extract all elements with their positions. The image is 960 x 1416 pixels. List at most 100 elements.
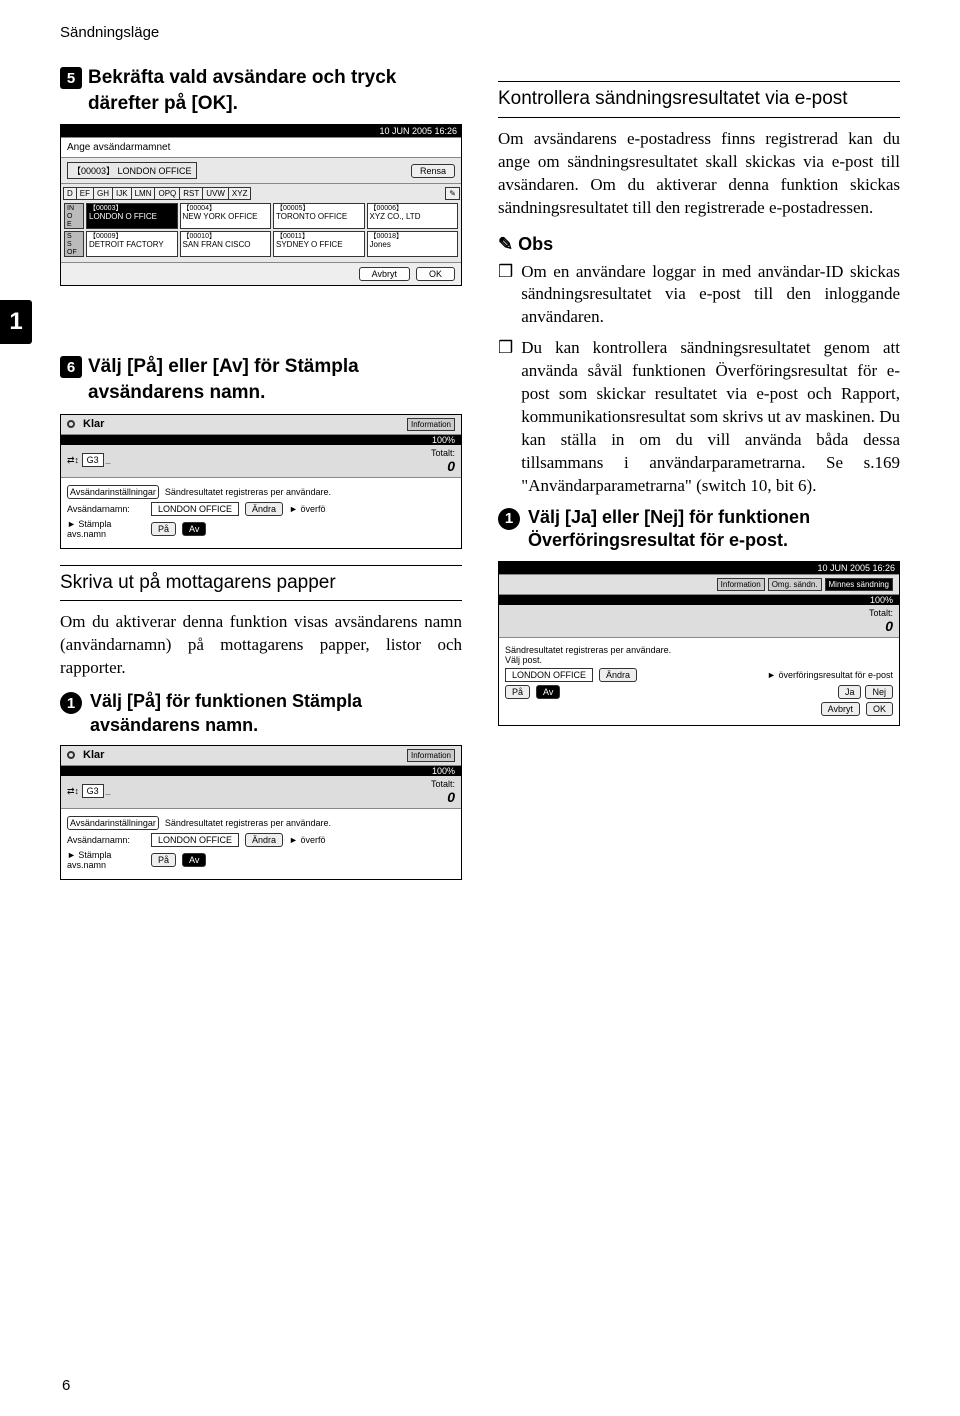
- clear-button[interactable]: Rensa: [411, 164, 455, 178]
- right-column: Kontrollera sändningsresultatet via e-po…: [498, 65, 900, 894]
- step-6: 6 Välj [På] eller [Av] för Stämpla avsän…: [60, 354, 462, 405]
- mode-icons: ⇄↕: [67, 786, 79, 796]
- ok-button[interactable]: OK: [866, 702, 893, 716]
- stamp-on-button[interactable]: På: [151, 522, 176, 536]
- status-ready: Klar: [83, 418, 104, 430]
- directory-cell-jones[interactable]: 【00018】Jones: [367, 231, 459, 257]
- directory-ok-button[interactable]: OK: [416, 267, 455, 281]
- note-1: ❒ Om en användare loggar in med användar…: [498, 261, 900, 330]
- directory-alpha-tabs[interactable]: D EF GH IJK LMN OPQ RST UVW XYZ ✎: [61, 184, 461, 200]
- directory-cell-toronto[interactable]: 【00005】TORONTO OFFICE: [273, 203, 365, 229]
- left-column: 5 Bekräfta vald avsändare och tryck däre…: [60, 65, 462, 894]
- step-6-text-mid: eller: [163, 356, 213, 377]
- sender-name-value: LONDON OFFICE: [505, 668, 593, 682]
- tab-d[interactable]: D: [63, 187, 77, 200]
- rsubstep-1-key2: [Nej]: [644, 507, 684, 527]
- right-substep-1: 1 Välj [Ja] eller [Nej] för funktionen Ö…: [498, 506, 900, 553]
- sender-settings-button[interactable]: Avsändarinställningar: [67, 816, 159, 830]
- tab-ef[interactable]: EF: [76, 187, 94, 200]
- tab-gh[interactable]: GH: [93, 187, 113, 200]
- running-header: Sändningsläge: [60, 24, 900, 41]
- directory-cell-newyork[interactable]: 【00004】NEW YORK OFFICE: [180, 203, 272, 229]
- cancel-button[interactable]: Avbryt: [821, 702, 860, 716]
- row-prefix: SS OF: [64, 231, 84, 257]
- change-button[interactable]: Ändra: [245, 833, 283, 847]
- information-badge[interactable]: Information: [407, 749, 455, 762]
- step-6-text-a: Välj: [88, 356, 127, 377]
- email-result-label: överföringsresultat för e-post: [767, 670, 893, 680]
- step-number-5-icon: 5: [60, 67, 82, 89]
- overflow-hint: överfö: [289, 504, 325, 514]
- bullet-icon: ❒: [498, 337, 513, 498]
- tab-xyz[interactable]: XYZ: [228, 187, 252, 200]
- note-heading: Obs: [498, 234, 900, 255]
- g3-button[interactable]: G3: [82, 453, 104, 467]
- screenshot-timecode: 10 JUN 2005 16:26: [499, 562, 899, 575]
- tab-ijk[interactable]: IJK: [112, 187, 132, 200]
- directory-prompt: Ange avsändarmamnet: [67, 142, 170, 153]
- total-label: Totalt:: [431, 448, 455, 458]
- stamp-on-button[interactable]: På: [151, 853, 176, 867]
- tab-uvw[interactable]: UVW: [202, 187, 229, 200]
- badge-information[interactable]: Information: [717, 578, 765, 591]
- substep-1-icon: 1: [60, 692, 82, 714]
- rsubstep-1-mid: eller: [597, 507, 644, 527]
- tab-opq[interactable]: OPQ: [154, 187, 180, 200]
- no-button[interactable]: Nej: [865, 685, 893, 699]
- rsubstep-1-a: Välj: [528, 507, 565, 527]
- step-5-text-b: .: [233, 93, 238, 114]
- directory-cell-detroit[interactable]: 【00009】DETROIT FACTORY: [86, 231, 178, 257]
- change-button[interactable]: Ändra: [599, 668, 637, 682]
- total-value: 0: [869, 618, 893, 634]
- directory-cell-xyzco[interactable]: 【00006】XYZ CO., LTD: [367, 203, 459, 229]
- total-label: Totalt:: [431, 779, 455, 789]
- percent-bar: 100%: [61, 435, 461, 445]
- note-2-text: Du kan kontrollera sändningsresultatet g…: [521, 337, 900, 498]
- page-number: 6: [62, 1377, 70, 1394]
- change-button[interactable]: Ändra: [245, 502, 283, 516]
- information-badge[interactable]: Information: [407, 418, 455, 431]
- sender-settings-button[interactable]: Avsändarinställningar: [67, 485, 159, 499]
- row-prefix: IN OE: [64, 203, 84, 229]
- left-substep-1: 1 Välj [På] för funktionen Stämpla avsän…: [60, 690, 462, 737]
- stamp-sender-label: Stämpla avs.namn: [67, 850, 145, 870]
- substep-1-icon: 1: [498, 508, 520, 530]
- subhead-check-via-email: Kontrollera sändningsresultatet via e-po…: [498, 81, 900, 118]
- yes-button[interactable]: Ja: [838, 685, 862, 699]
- per-user-msg: Sändresultatet registreras per användare…: [505, 645, 671, 655]
- directory-cell-sanfran[interactable]: 【00010】SAN FRAN CISCO: [180, 231, 272, 257]
- note-1-text: Om en användare loggar in med användar-I…: [521, 261, 900, 330]
- on-button[interactable]: På: [505, 685, 530, 699]
- substep-1-key: [På]: [127, 691, 161, 711]
- status-ready: Klar: [83, 749, 104, 761]
- step-6-key2: [Av]: [213, 356, 249, 377]
- step-6-key1: [På]: [127, 356, 163, 377]
- directory-cell-sydney[interactable]: 【00011】SYDNEY O FFICE: [273, 231, 365, 257]
- section-tab-1: 1: [0, 300, 32, 344]
- sender-name-value: LONDON OFFICE: [151, 502, 239, 516]
- screenshot-settings-email: 10 JUN 2005 16:26 Information Omg. sändn…: [498, 561, 900, 726]
- total-value: 0: [431, 458, 455, 474]
- right-para: Om avsändarens e-postadress finns regist…: [498, 128, 900, 220]
- directory-selected-display: 【00003】 LONDON OFFICE: [67, 162, 197, 179]
- badge-memory-send[interactable]: Minnes sändning: [825, 578, 893, 591]
- directory-cancel-button[interactable]: Avbryt: [359, 267, 410, 281]
- g3-button[interactable]: G3: [82, 784, 104, 798]
- tab-lmn[interactable]: LMN: [131, 187, 156, 200]
- stamp-off-button[interactable]: Av: [182, 853, 206, 867]
- off-button[interactable]: Av: [536, 685, 560, 699]
- screenshot-directory: 10 JUN 2005 16:26 Ange avsändarmamnet 【0…: [60, 124, 462, 286]
- percent-bar: 100%: [61, 766, 461, 776]
- left-para: Om du aktiverar denna funktion visas avs…: [60, 611, 462, 680]
- ready-lamp-icon: [67, 420, 75, 428]
- bullet-icon: ❒: [498, 261, 513, 330]
- tab-rst[interactable]: RST: [179, 187, 203, 200]
- directory-cell-london[interactable]: 【00003】LONDON O FFICE: [86, 203, 178, 229]
- stamp-off-button[interactable]: Av: [182, 522, 206, 536]
- step-number-6-icon: 6: [60, 356, 82, 378]
- stamp-sender-label: Stämpla avs.namn: [67, 519, 145, 539]
- badge-immediate-send[interactable]: Omg. sändn.: [768, 578, 822, 591]
- step-5-key: [OK]: [191, 93, 232, 114]
- step-5-text-a: Bekräfta vald avsändare och tryck däreft…: [88, 67, 396, 114]
- switch-input-icon[interactable]: ✎: [445, 187, 460, 200]
